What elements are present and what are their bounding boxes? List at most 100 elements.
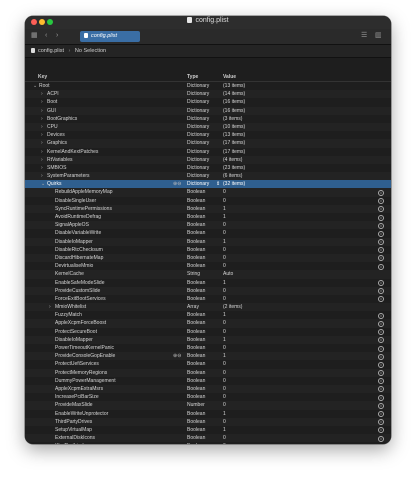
table-row[interactable]: EnableSafeModeSlide Boolean 1 ⇕	[25, 279, 391, 287]
row-type[interactable]: Dictionary	[187, 156, 209, 164]
value-stepper-icon[interactable]: ⇕	[378, 370, 384, 377]
row-value[interactable]: 1	[223, 213, 226, 221]
chevron-right-icon[interactable]: ›	[41, 156, 43, 164]
row-type[interactable]: Boolean	[187, 213, 205, 221]
value-stepper-icon[interactable]: ⇕	[378, 280, 384, 286]
value-stepper-icon[interactable]: ⇕	[378, 206, 384, 213]
row-value[interactable]: 0	[223, 254, 226, 262]
forward-icon[interactable]: ›	[56, 32, 58, 40]
row-value[interactable]: (13 items)	[223, 82, 245, 90]
row-type[interactable]: Dictionary	[187, 82, 209, 90]
table-row[interactable]: AppleXcpmForceBoost Boolean 0 ⇕	[25, 319, 391, 328]
chevron-down-icon[interactable]: ⌄	[33, 82, 37, 90]
table-row[interactable]: FuzzyMatch Boolean 1 ⇕	[25, 311, 391, 319]
value-stepper-icon[interactable]: ⇕	[378, 435, 384, 442]
row-type[interactable]: Number	[187, 401, 205, 409]
value-stepper-icon[interactable]: ⇕	[378, 329, 384, 336]
value-stepper-icon[interactable]: ⇕	[378, 419, 384, 426]
row-type[interactable]: Array	[187, 303, 199, 311]
row-type[interactable]: Boolean	[187, 229, 205, 237]
value-stepper-icon[interactable]: ⇕	[378, 189, 384, 196]
path-file[interactable]: config.plist	[38, 48, 64, 54]
row-value[interactable]: (16 items)	[223, 107, 245, 115]
row-type[interactable]: Boolean	[187, 295, 205, 303]
value-stepper-icon[interactable]: ⇕	[378, 198, 384, 205]
row-value[interactable]: 1	[223, 352, 226, 360]
table-row[interactable]: ProvideConsoleGopEnable ⊕⊖ Boolean 1 ⇕	[25, 352, 391, 361]
row-type[interactable]: Boolean	[187, 377, 205, 385]
row-value[interactable]: 0	[223, 295, 226, 303]
table-row[interactable]: ThirdPartyDrives Boolean 0 ⇕	[25, 417, 391, 426]
row-type[interactable]: Boolean	[187, 328, 205, 336]
row-value[interactable]: 0	[223, 369, 226, 377]
row-value[interactable]: 1	[223, 336, 226, 344]
chevron-right-icon[interactable]: ›	[41, 172, 43, 180]
table-row[interactable]: EnableWriteUnprotector Boolean 1 ⇕	[25, 410, 391, 418]
row-value[interactable]: 0	[223, 385, 226, 393]
add-remove-icon[interactable]: ⊕⊖	[173, 180, 181, 188]
row-value[interactable]: (3 items)	[223, 115, 242, 123]
value-stepper-icon[interactable]: ⇕	[378, 427, 384, 434]
row-type[interactable]: Dictionary	[187, 164, 209, 172]
value-stepper-icon[interactable]: ⇕	[378, 353, 384, 360]
row-type[interactable]: Boolean	[187, 393, 205, 401]
row-value[interactable]: 0	[223, 393, 226, 401]
table-row[interactable]: › Graphics Dictionary (17 items)	[25, 139, 391, 148]
row-type[interactable]: Boolean	[187, 246, 205, 254]
chevron-right-icon[interactable]: ›	[49, 303, 51, 311]
value-stepper-icon[interactable]: ⇕	[378, 378, 384, 385]
table-row[interactable]: DisableSingleUser Boolean 0 ⇕	[25, 197, 391, 205]
row-type[interactable]: Boolean	[187, 410, 205, 418]
row-type[interactable]: Boolean	[187, 238, 205, 246]
row-type[interactable]: Boolean	[187, 352, 205, 360]
row-value[interactable]: (16 items)	[223, 98, 245, 106]
row-type[interactable]: Dictionary	[187, 115, 209, 123]
table-row[interactable]: › RtVariables Dictionary (4 items)	[25, 155, 391, 164]
row-value[interactable]: (6 items)	[223, 172, 242, 180]
row-type[interactable]: Boolean	[187, 434, 205, 442]
tab-config-plist[interactable]: config.plist	[80, 31, 140, 42]
row-type[interactable]: Boolean	[187, 426, 205, 434]
value-stepper-icon[interactable]: ⇕	[378, 361, 384, 368]
column-header-value[interactable]: Value	[223, 74, 236, 80]
table-row[interactable]: IncreasePciBarSize Boolean 0 ⇕	[25, 393, 391, 401]
table-row[interactable]: ProtectSecureBoot Boolean 0 ⇕	[25, 328, 391, 336]
row-value[interactable]: 1	[223, 311, 226, 319]
table-row[interactable]: › Boot Dictionary (16 items)	[25, 98, 391, 106]
table-row[interactable]: ⌄ Quirks ⊕⊖ Dictionary ⇕ (32 items)	[25, 180, 391, 189]
row-type[interactable]: Boolean	[187, 197, 205, 205]
table-row[interactable]: AppleXcpmExtraMsrs Boolean 0 ⇕	[25, 384, 391, 394]
row-type[interactable]: Boolean	[187, 344, 205, 352]
value-stepper-icon[interactable]: ⇕	[378, 296, 384, 303]
row-value[interactable]: Auto	[223, 270, 233, 278]
chevron-right-icon[interactable]: ›	[41, 98, 43, 106]
row-type[interactable]: Boolean	[187, 442, 205, 444]
back-icon[interactable]: ‹	[45, 32, 47, 40]
value-stepper-icon[interactable]: ⇕	[378, 239, 384, 246]
row-value[interactable]: 1	[223, 238, 226, 246]
row-type[interactable]: Dictionary	[187, 139, 209, 147]
table-row[interactable]: AvoidRuntimeDefrag Boolean 1 ⇕	[25, 213, 391, 221]
row-type[interactable]: Dictionary	[187, 98, 209, 106]
chevron-right-icon[interactable]: ›	[41, 131, 43, 139]
chevron-right-icon[interactable]: ›	[41, 107, 43, 115]
row-value[interactable]: 1	[223, 410, 226, 418]
row-value[interactable]: 0	[223, 434, 226, 442]
table-row[interactable]: DisableRtcChecksum Boolean 0 ⇕	[25, 246, 391, 254]
table-row[interactable]: RebuildAppleMemoryMap Boolean 0 ⇕	[25, 188, 391, 197]
value-stepper-icon[interactable]: ⇕	[378, 345, 384, 352]
table-row[interactable]: ProvideCustomSlide Boolean 0 ⇕	[25, 286, 391, 295]
row-type[interactable]: Boolean	[187, 221, 205, 229]
chevron-right-icon[interactable]: ›	[41, 90, 43, 98]
row-type[interactable]: Boolean	[187, 369, 205, 377]
row-value[interactable]: 0	[223, 401, 226, 409]
row-value[interactable]: 0	[223, 442, 226, 444]
row-type[interactable]: Boolean	[187, 385, 205, 393]
row-value[interactable]: (14 items)	[223, 90, 245, 98]
table-row[interactable]: › Devices Dictionary (13 items)	[25, 131, 391, 139]
row-type[interactable]: Dictionary	[187, 148, 209, 156]
value-stepper-icon[interactable]: ⇕	[378, 263, 384, 270]
row-value[interactable]: 0	[223, 262, 226, 270]
row-value[interactable]: (2 items)	[223, 303, 242, 311]
chevron-right-icon[interactable]: ›	[41, 139, 43, 147]
